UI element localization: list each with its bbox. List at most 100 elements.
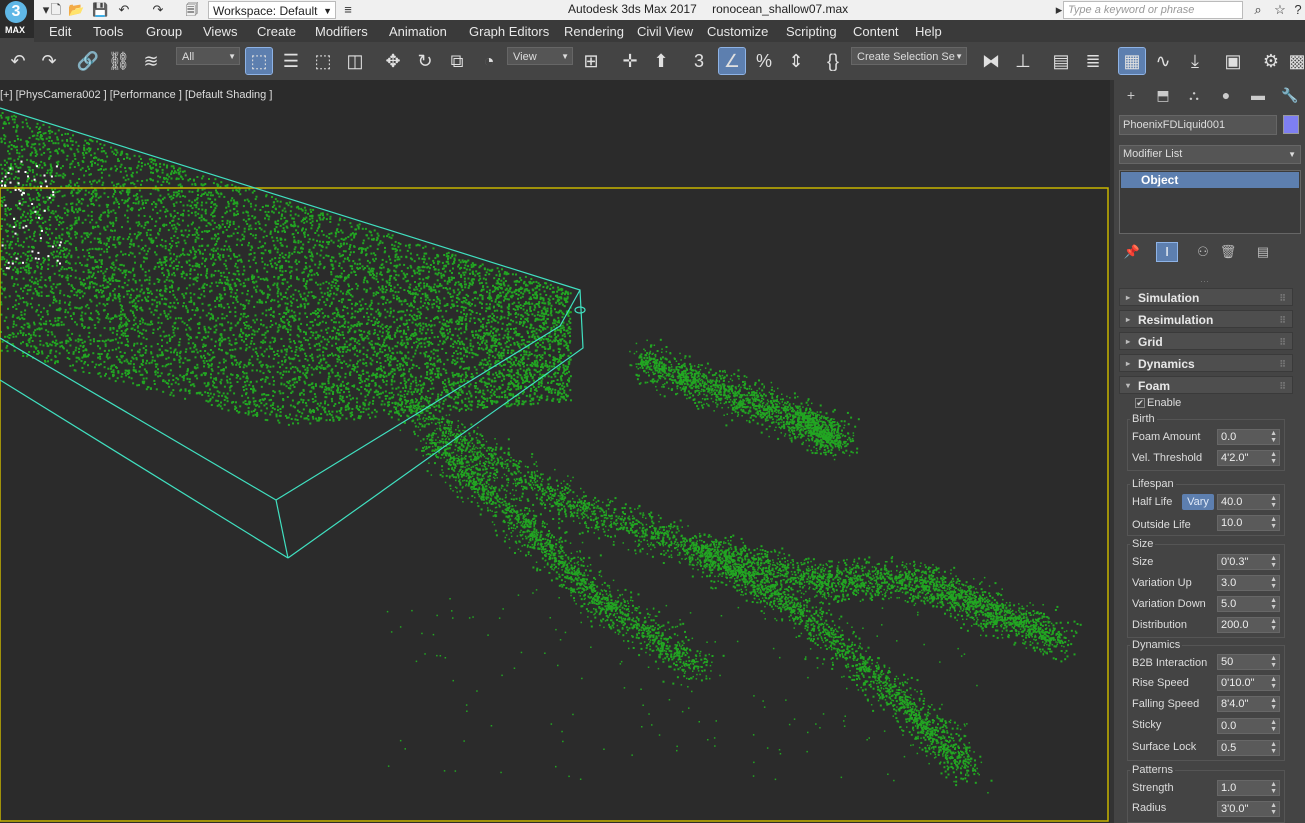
save-file-icon[interactable]: 💾	[92, 2, 108, 18]
spinner-arrows-icon[interactable]: ▲ ▼	[1270, 719, 1277, 733]
surface-lock-spinner[interactable]: 0.5 ▲ ▼	[1217, 740, 1280, 756]
spinner-arrows-icon[interactable]: ▲ ▼	[1270, 576, 1277, 590]
spinner-arrows-icon[interactable]: ▲ ▼	[1270, 516, 1277, 530]
show-end-result-icon[interactable]: I	[1156, 242, 1178, 262]
half-life-spinner[interactable]: 40.0 ▲ ▼	[1217, 494, 1280, 510]
hierarchy-tab-icon[interactable]: ⛬	[1183, 86, 1205, 104]
layer-explorer-icon[interactable]: ≣	[1080, 48, 1106, 74]
menu-rendering[interactable]: Rendering	[564, 24, 624, 39]
spinner-snap-icon[interactable]: ⇕	[783, 48, 809, 74]
stack-item-object[interactable]: Object	[1121, 172, 1299, 188]
outside-life-spinner[interactable]: 10.0 ▲ ▼	[1217, 515, 1280, 531]
menu-tools[interactable]: Tools	[93, 24, 123, 39]
size-spinner[interactable]: 0'0.3" ▲ ▼	[1217, 554, 1280, 570]
remove-modifier-icon[interactable]: 🗑	[1218, 243, 1238, 261]
scale-icon[interactable]: ⧉	[444, 48, 470, 74]
drag-grip-icon[interactable]: ⠿	[1279, 355, 1286, 373]
vary-button[interactable]: Vary	[1182, 494, 1214, 510]
foam-enable-checkbox[interactable]: ✔	[1135, 398, 1145, 408]
scene-explorer-icon[interactable]: ▤	[1048, 48, 1074, 74]
display-tab-icon[interactable]: ▬	[1247, 86, 1269, 104]
mirror-icon[interactable]: ⧓	[978, 48, 1004, 74]
panel-splitter-icon[interactable]: ⋯	[1200, 276, 1209, 287]
perspective-viewport[interactable]	[0, 80, 1110, 823]
pivot-center-icon[interactable]: ⊞	[578, 48, 604, 74]
spinner-arrows-icon[interactable]: ▲ ▼	[1270, 495, 1277, 509]
foam-amount-spinner[interactable]: 0.0 ▲ ▼	[1217, 429, 1280, 445]
create-tab-icon[interactable]: +	[1120, 86, 1142, 104]
reference-coordinate-select[interactable]: View ▼	[507, 47, 573, 65]
rollout-resimulation[interactable]: ▸ Resimulation ⠿	[1119, 310, 1293, 328]
select-by-name-icon[interactable]: ☰	[278, 48, 304, 74]
b2b-interaction-spinner[interactable]: 50 ▲ ▼	[1217, 654, 1280, 670]
radius-spinner[interactable]: 3'0.0" ▲ ▼	[1217, 801, 1280, 817]
falling-speed-spinner[interactable]: 8'4.0" ▲ ▼	[1217, 696, 1280, 712]
spinner-arrows-icon[interactable]: ▲ ▼	[1270, 655, 1277, 669]
object-color-swatch[interactable]	[1283, 115, 1299, 134]
spinner-arrows-icon[interactable]: ▲ ▼	[1270, 618, 1277, 632]
toggle-ribbon-icon[interactable]: ▦	[1118, 47, 1146, 75]
configure-modifier-sets-icon[interactable]: ▤	[1253, 243, 1273, 261]
material-editor-icon[interactable]: ▣	[1220, 48, 1246, 74]
pin-stack-icon[interactable]: 📌	[1122, 243, 1142, 261]
named-selection-select[interactable]: Create Selection Se ▼	[851, 47, 967, 65]
menu-views[interactable]: Views	[203, 24, 237, 39]
edit-named-selection-icon[interactable]: {}	[820, 48, 846, 74]
select-manipulate-icon[interactable]: ✛	[617, 48, 643, 74]
quick-access-menu-icon[interactable]: ≡	[340, 2, 356, 18]
spinner-arrows-icon[interactable]: ▲ ▼	[1270, 802, 1277, 816]
app-menu-button[interactable]: 3 MAX	[0, 0, 34, 38]
schematic-view-icon[interactable]: ⤓	[1182, 48, 1208, 74]
utilities-tab-icon[interactable]: 🔧	[1279, 86, 1301, 104]
project-folder-icon[interactable]: 🗐	[184, 2, 200, 18]
curve-editor-icon[interactable]: ∿	[1150, 48, 1176, 74]
selection-filter-select[interactable]: All ▼	[176, 47, 240, 65]
spinner-arrows-icon[interactable]: ▲ ▼	[1270, 676, 1277, 690]
select-object-icon[interactable]: ⬚	[245, 47, 273, 75]
open-file-icon[interactable]: 📂	[68, 2, 84, 18]
drag-grip-icon[interactable]: ⠿	[1279, 377, 1286, 395]
drag-grip-icon[interactable]: ⠿	[1279, 333, 1286, 351]
render-frame-icon[interactable]: ▩	[1284, 48, 1305, 74]
snaps-toggle-icon[interactable]: 3	[686, 48, 712, 74]
modifier-list-select[interactable]: Modifier List ▼	[1119, 145, 1301, 164]
variation-up-spinner[interactable]: 3.0 ▲ ▼	[1217, 575, 1280, 591]
keyboard-shortcut-override-icon[interactable]: ⬆	[648, 48, 674, 74]
spinner-arrows-icon[interactable]: ▲ ▼	[1270, 741, 1277, 755]
workspace-select[interactable]: Workspace: Default ▼	[208, 1, 336, 19]
menu-scripting[interactable]: Scripting	[786, 24, 837, 39]
rise-speed-spinner[interactable]: 0'10.0" ▲ ▼	[1217, 675, 1280, 691]
rollout-dynamics[interactable]: ▸ Dynamics ⠿	[1119, 354, 1293, 372]
modify-tab-icon[interactable]: ⬒	[1152, 86, 1174, 104]
angle-snap-icon[interactable]: ∠	[718, 47, 746, 75]
search-input[interactable]: Type a keyword or phrase	[1063, 1, 1243, 19]
spinner-arrows-icon[interactable]: ▲ ▼	[1270, 451, 1277, 465]
redo-icon[interactable]: ↷	[150, 2, 166, 18]
favorites-icon[interactable]: ☆	[1272, 2, 1288, 18]
vel-threshold-spinner[interactable]: 4'2.0" ▲ ▼	[1217, 450, 1280, 466]
strength-spinner[interactable]: 1.0 ▲ ▼	[1217, 780, 1280, 796]
drag-grip-icon[interactable]: ⠿	[1279, 289, 1286, 307]
spinner-arrows-icon[interactable]: ▲ ▼	[1270, 781, 1277, 795]
sticky-spinner[interactable]: 0.0 ▲ ▼	[1217, 718, 1280, 734]
help-icon[interactable]: ?	[1290, 2, 1305, 18]
render-setup-icon[interactable]: ⚙	[1258, 48, 1284, 74]
rectangular-selection-icon[interactable]: ⬚	[310, 48, 336, 74]
spinner-arrows-icon[interactable]: ▲ ▼	[1270, 697, 1277, 711]
spinner-arrows-icon[interactable]: ▲ ▼	[1270, 555, 1277, 569]
distribution-spinner[interactable]: 200.0 ▲ ▼	[1217, 617, 1280, 633]
menu-group[interactable]: Group	[146, 24, 182, 39]
binoculars-icon[interactable]: ⌕	[1250, 2, 1266, 18]
object-name-field[interactable]: PhoenixFDLiquid001	[1119, 115, 1277, 135]
new-file-icon[interactable]: 🗋	[48, 2, 64, 18]
undo-icon[interactable]: ↶	[116, 2, 132, 18]
rollout-grid[interactable]: ▸ Grid ⠿	[1119, 332, 1293, 350]
redo-icon[interactable]: ↷	[36, 48, 62, 74]
viewport-canvas[interactable]	[0, 80, 1110, 823]
menu-customize[interactable]: Customize	[707, 24, 768, 39]
menu-modifiers[interactable]: Modifiers	[315, 24, 368, 39]
rollout-simulation[interactable]: ▸ Simulation ⠿	[1119, 288, 1293, 306]
bind-space-warp-icon[interactable]: ≋	[138, 48, 164, 74]
variation-down-spinner[interactable]: 5.0 ▲ ▼	[1217, 596, 1280, 612]
menu-edit[interactable]: Edit	[49, 24, 71, 39]
